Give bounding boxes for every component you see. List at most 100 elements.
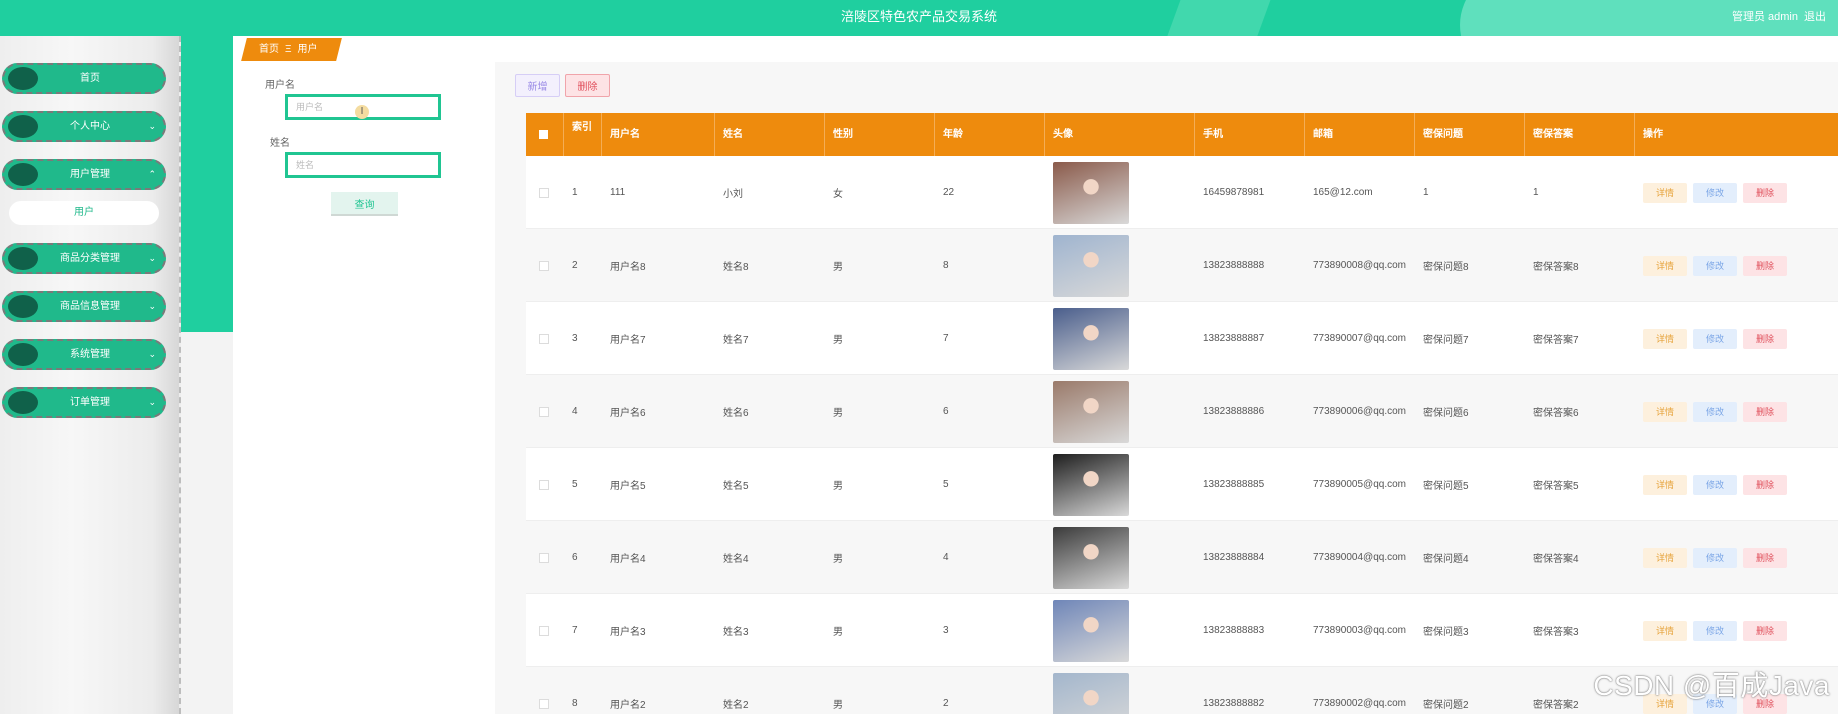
cell-email: 773890008@qq.com xyxy=(1313,260,1406,271)
row-checkbox[interactable] xyxy=(526,521,564,594)
cell-security-question: 密保问题6 xyxy=(1423,408,1469,419)
sidebar-item-user-management[interactable]: 用户管理 ⌃ xyxy=(2,159,166,190)
cell-age: 7 xyxy=(943,333,949,344)
detail-button[interactable]: 详情 xyxy=(1643,547,1687,568)
edit-button[interactable]: 修改 xyxy=(1693,547,1737,568)
delete-button[interactable]: 删除 xyxy=(1743,182,1787,203)
chevron-down-icon: ⌄ xyxy=(148,397,156,407)
sidebar-item-system-management[interactable]: 系统管理 ⌄ xyxy=(2,339,166,370)
detail-button[interactable]: 详情 xyxy=(1643,328,1687,349)
row-checkbox[interactable] xyxy=(539,698,549,709)
cell-name: 姓名7 xyxy=(723,335,749,346)
select-all-checkbox[interactable] xyxy=(526,113,564,156)
detail-button[interactable]: 详情 xyxy=(1643,474,1687,495)
edit-button[interactable]: 修改 xyxy=(1693,401,1737,422)
detail-button[interactable]: 详情 xyxy=(1643,401,1687,422)
cell-actions: 详情 修改 删除 xyxy=(1635,448,1838,521)
row-checkbox[interactable] xyxy=(539,479,549,490)
cell-index: 6 xyxy=(572,552,578,563)
cell-gender: 男 xyxy=(833,481,843,492)
cell-username: 用户名6 xyxy=(610,408,646,419)
cell-email: 165@12.com xyxy=(1313,187,1373,198)
delete-button[interactable]: 删除 xyxy=(1743,620,1787,641)
table-row: 5 用户名5 姓名5 男 5 13823888885 773890005@qq.com 密保问… xyxy=(526,448,1838,521)
table-row: 1 111 小刘女 22 16459878981 165@12.com 1 1 详情 修改 删除 xyxy=(526,156,1838,229)
delete-button[interactable]: 删除 xyxy=(1743,328,1787,349)
column-header-gender: 性别 xyxy=(825,113,935,156)
column-header-email: 邮箱 xyxy=(1305,113,1415,156)
name-input[interactable] xyxy=(285,152,441,178)
column-header-age: 年龄 xyxy=(935,113,1045,156)
cell-actions: 详情 修改 删除 xyxy=(1635,156,1838,229)
edit-button[interactable]: 修改 xyxy=(1693,620,1737,641)
detail-button[interactable]: 详情 xyxy=(1643,182,1687,203)
batch-delete-button[interactable]: 删除 xyxy=(565,74,610,97)
detail-button[interactable]: 详情 xyxy=(1643,255,1687,276)
row-checkbox[interactable] xyxy=(539,260,549,271)
row-checkbox[interactable] xyxy=(539,406,549,417)
chevron-down-icon: ⌄ xyxy=(148,121,156,131)
edit-button[interactable]: 修改 xyxy=(1693,255,1737,276)
cell-age: 5 xyxy=(943,479,949,490)
row-checkbox[interactable] xyxy=(526,229,564,302)
column-header-name: 姓名 xyxy=(715,113,825,156)
column-header-actions: 操作 xyxy=(1643,129,1663,140)
cell-gender: 男 xyxy=(833,335,843,346)
cell-phone: 13823888887 xyxy=(1203,333,1265,344)
cell-index: 3 xyxy=(572,333,578,344)
row-checkbox[interactable] xyxy=(526,156,564,229)
sidebar-item-label: 商品分类管理 xyxy=(60,253,120,264)
table-row: 6 用户名4 姓名4 男 4 13823888884 773890004@qq.com 密保问… xyxy=(526,521,1838,594)
top-header: 涪陵区特色农产品交易系统 管理员 admin 退出 xyxy=(0,0,1838,36)
logout-link[interactable]: 退出 xyxy=(1804,0,1826,36)
row-checkbox[interactable] xyxy=(526,667,564,714)
sidebar-item-product-management[interactable]: 商品信息管理 ⌄ xyxy=(2,291,166,322)
cell-username: 用户名8 xyxy=(610,262,646,273)
sidebar-item-personal-center[interactable]: 个人中心 ⌄ xyxy=(2,111,166,142)
cell-actions: 详情 修改 删除 xyxy=(1635,594,1838,667)
row-checkbox[interactable] xyxy=(526,448,564,521)
cell-gender: 男 xyxy=(833,554,843,565)
delete-button[interactable]: 删除 xyxy=(1743,474,1787,495)
detail-button[interactable]: 详情 xyxy=(1643,620,1687,641)
cell-name: 姓名2 xyxy=(723,700,749,711)
delete-button[interactable]: 删除 xyxy=(1743,547,1787,568)
delete-button[interactable]: 删除 xyxy=(1743,401,1787,422)
delete-button[interactable]: 删除 xyxy=(1743,255,1787,276)
cell-avatar xyxy=(1045,302,1195,375)
row-checkbox[interactable] xyxy=(539,333,549,344)
text-cursor-icon: I xyxy=(355,105,369,119)
cell-gender: 男 xyxy=(833,408,843,419)
row-checkbox[interactable] xyxy=(539,187,549,198)
user-area: 管理员 admin 退出 xyxy=(1732,0,1826,36)
table-row: 7 用户名3 姓名3 男 3 13823888883 773890003@qq.com 密保问… xyxy=(526,594,1838,667)
table-body: 1 111 小刘女 22 16459878981 165@12.com 1 1 详情 修改 删除 2 用… xyxy=(526,156,1838,714)
sidebar-item-category-management[interactable]: 商品分类管理 ⌄ xyxy=(2,243,166,274)
sidebar-item-order-management[interactable]: 订单管理 ⌄ xyxy=(2,387,166,418)
edit-button[interactable]: 修改 xyxy=(1693,182,1737,203)
sidebar-subitem-users[interactable]: 用户 xyxy=(9,201,159,225)
cell-name: 姓名4 xyxy=(723,554,749,565)
watermark: CSDN @百成Java xyxy=(1593,670,1830,701)
row-checkbox[interactable] xyxy=(539,625,549,636)
menu-dot-icon xyxy=(8,115,38,138)
breadcrumb-home[interactable]: 首页 xyxy=(259,38,279,61)
row-checkbox[interactable] xyxy=(526,302,564,375)
edit-button[interactable]: 修改 xyxy=(1693,474,1737,495)
cell-age: 8 xyxy=(943,260,949,271)
breadcrumb-current: 用户 xyxy=(297,44,318,55)
cell-security-question: 1 xyxy=(1423,187,1429,198)
chevron-up-icon: ⌃ xyxy=(148,169,156,179)
row-checkbox[interactable] xyxy=(526,375,564,448)
name-label: 姓名 xyxy=(270,138,290,149)
cell-phone: 13823888884 xyxy=(1203,552,1265,563)
row-checkbox[interactable] xyxy=(526,594,564,667)
cell-index: 1 xyxy=(572,187,578,198)
table-header: 索引 用户名 姓名 性别 年龄 头像 手机 邮箱 密保问题 密保答案 操作 xyxy=(526,113,1838,156)
row-checkbox[interactable] xyxy=(539,552,549,563)
edit-button[interactable]: 修改 xyxy=(1693,328,1737,349)
add-button[interactable]: 新增 xyxy=(515,74,560,97)
sidebar-item-home[interactable]: 首页 xyxy=(2,63,166,94)
decorative-strip xyxy=(181,332,233,714)
query-button[interactable]: 查询 xyxy=(331,192,398,216)
